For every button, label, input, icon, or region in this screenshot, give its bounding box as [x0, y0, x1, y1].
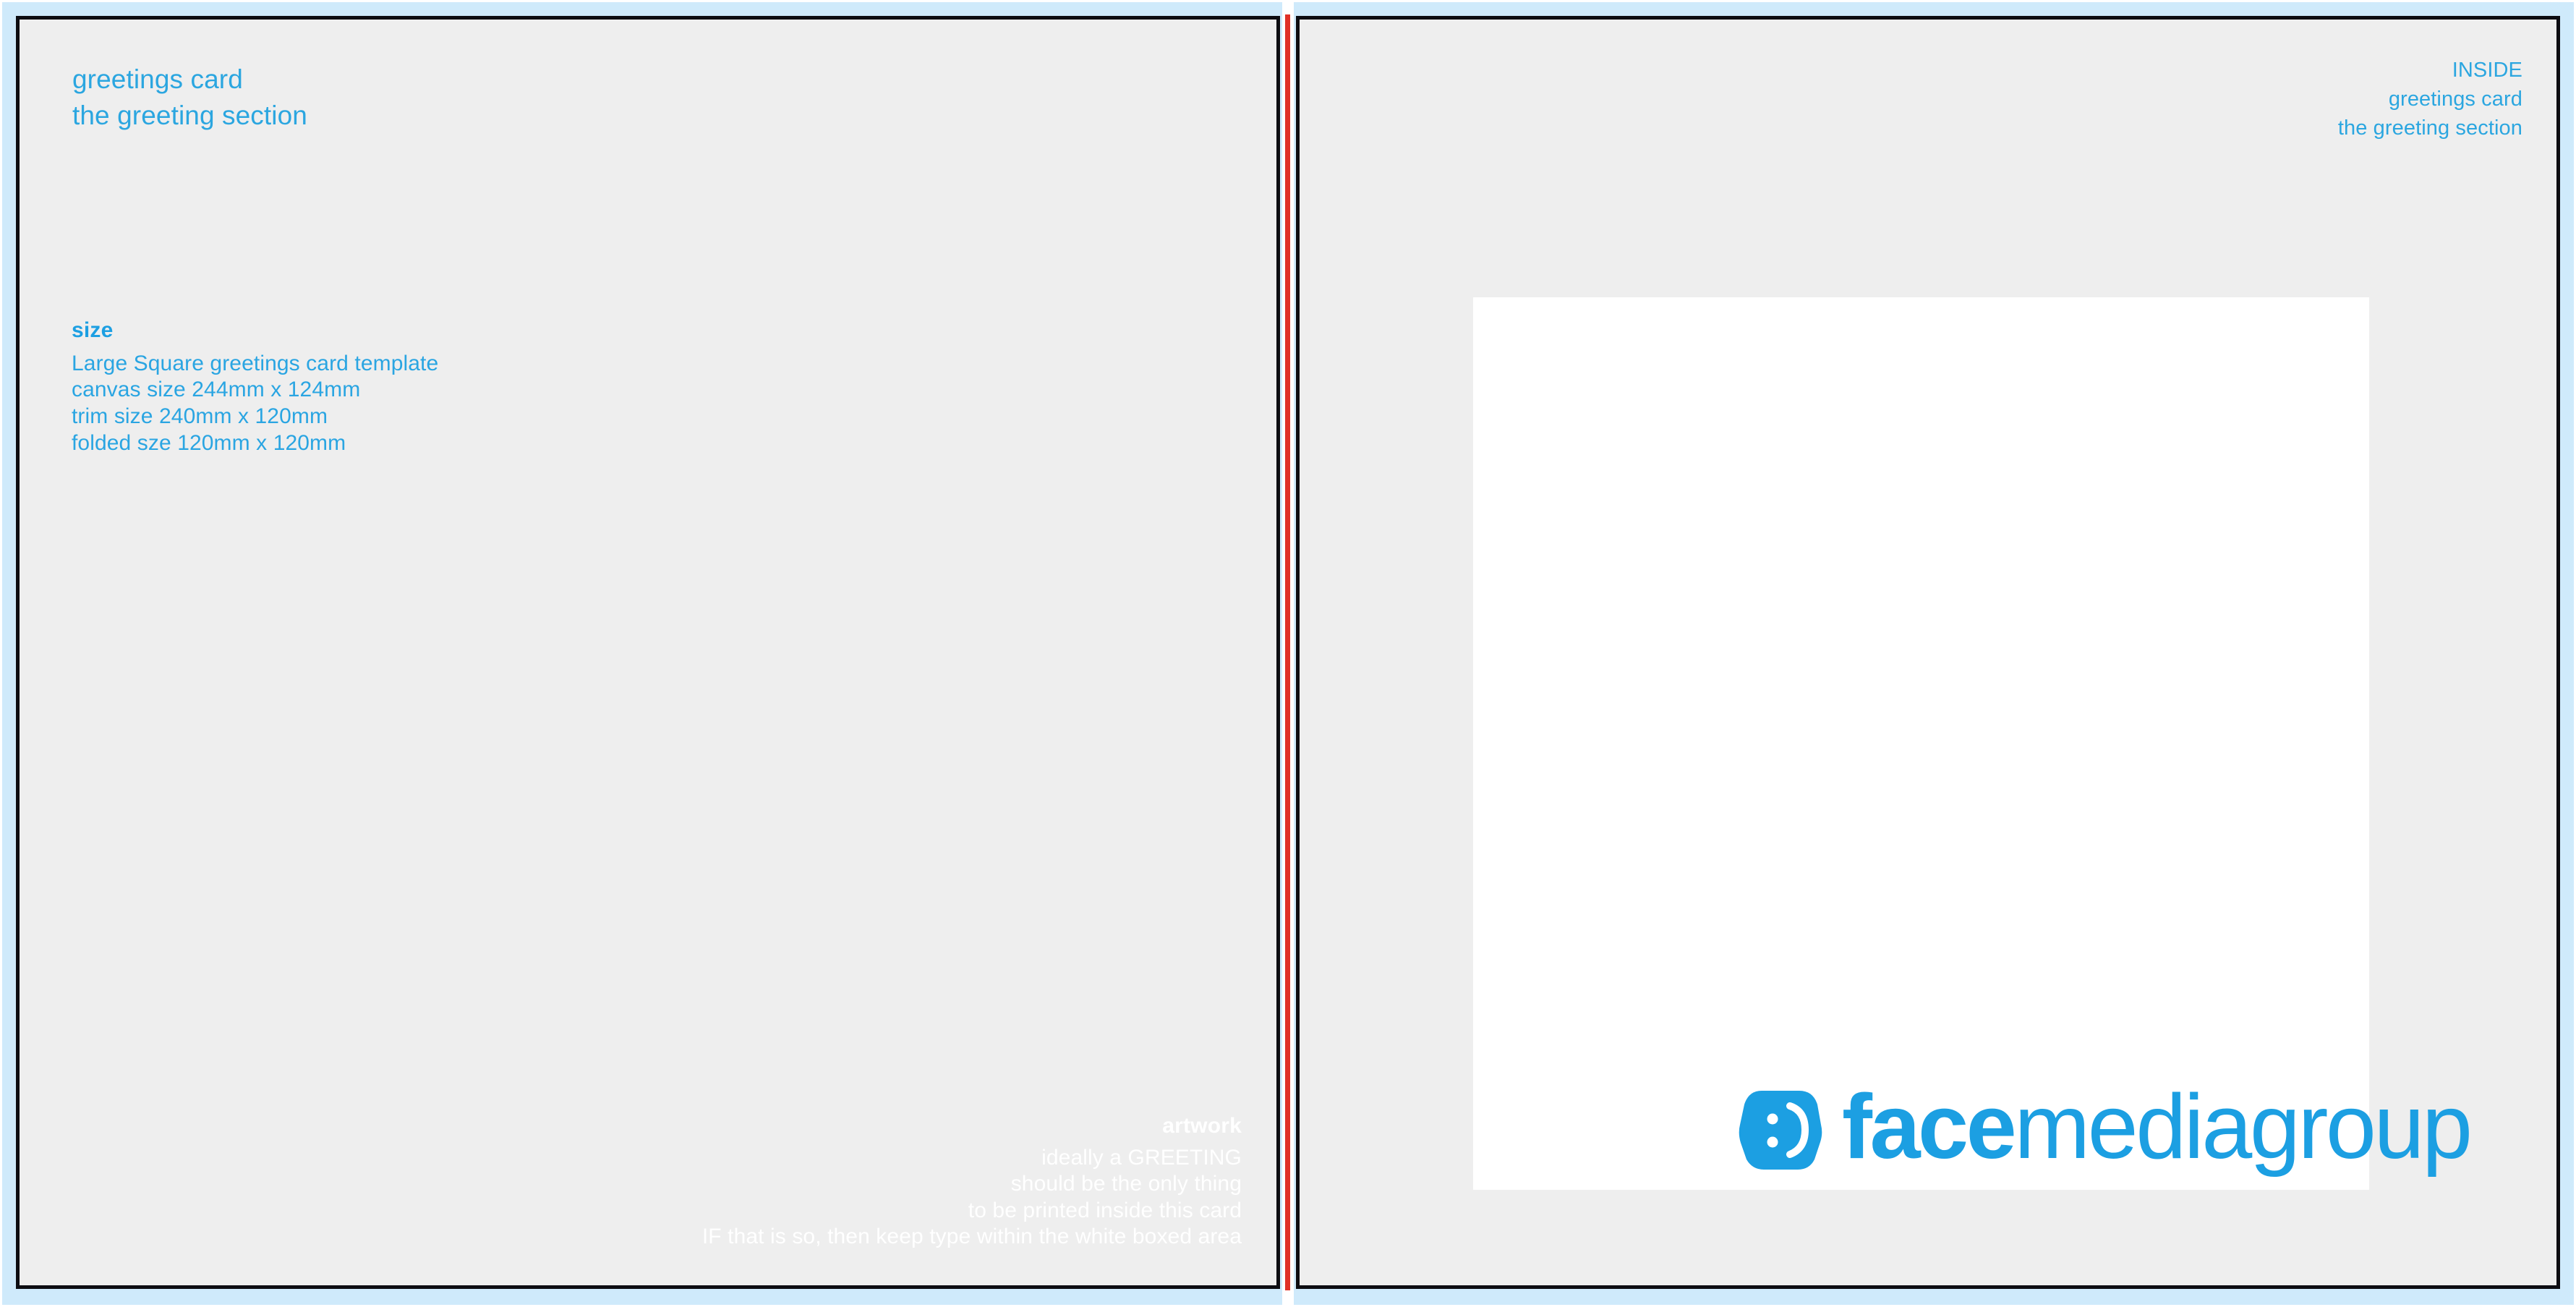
logo-wordmark: facemediagroup [1842, 1081, 2473, 1172]
artwork-note-title: artwork [1162, 1114, 1242, 1138]
page-title-line1: greetings card [72, 64, 243, 94]
panel-right-inside: INSIDE greetings card the greeting secti… [1296, 16, 2560, 1289]
smiley-face-mark-icon [1739, 1091, 1822, 1170]
logo-wordmark-light: mediagroup [2014, 1076, 2473, 1178]
facemediagroup-logo: facemediagroup [1738, 1081, 2473, 1177]
artwork-note-block: artwork ideally a GREETING should be the… [702, 1115, 1242, 1251]
size-spec-line-canvas: canvas size 244mm x 124mm [72, 378, 361, 402]
size-spec-line-folded: folded sze 120mm x 120mm [72, 431, 346, 456]
inside-note-line-1: INSIDE [2452, 59, 2522, 82]
safe-type-area-box [1473, 297, 2369, 1190]
inside-note-line-3: the greeting section [2337, 116, 2522, 140]
size-spec-block: size Large Square greetings card templat… [72, 318, 439, 457]
artwork-note-line-3: to be printed inside this card [968, 1198, 1242, 1222]
artwork-note-line-1: ideally a GREETING [1041, 1145, 1242, 1170]
size-spec-line-template: Large Square greetings card template [72, 351, 439, 375]
page-title-line2: the greeting section [72, 100, 307, 130]
panel-right-canvas: INSIDE greetings card the greeting secti… [1300, 20, 2556, 1285]
panel-left-outside: greetings card the greeting section size… [16, 16, 1280, 1289]
page-title: greetings card the greeting section [72, 61, 307, 133]
size-spec-title: size [72, 318, 114, 342]
logo-wordmark-bold: face [1842, 1076, 2017, 1178]
artboard: greetings card the greeting section size… [0, 0, 2576, 1307]
inside-note-line-2: greetings card [2388, 88, 2522, 111]
artwork-note-line-4: IF that is so, then keep type within the… [701, 1225, 1242, 1249]
size-spec-line-trim: trim size 240mm x 120mm [72, 404, 328, 429]
fold-line [1285, 14, 1290, 1290]
panel-left-canvas: greetings card the greeting section size… [20, 20, 1276, 1285]
artwork-note-line-2: should be the only thing [1010, 1172, 1242, 1196]
inside-note-block: INSIDE greetings card the greeting secti… [2338, 56, 2522, 142]
